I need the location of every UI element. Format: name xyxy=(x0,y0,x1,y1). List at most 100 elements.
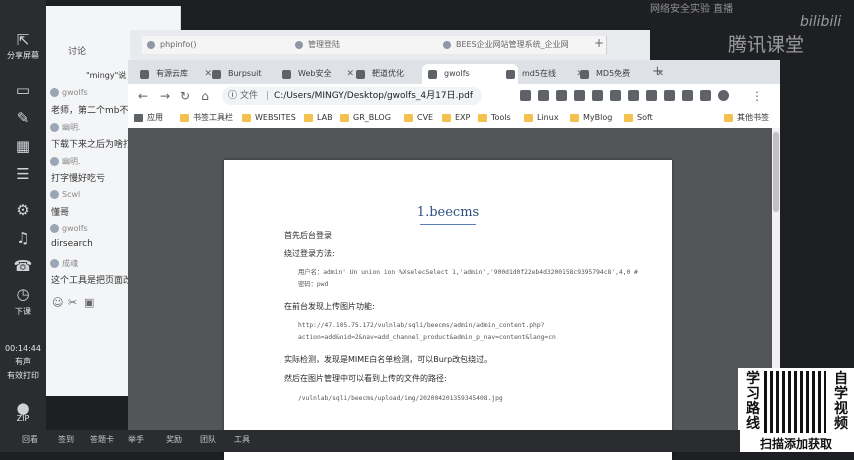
emoji-icon[interactable]: ☺ xyxy=(52,296,63,309)
down-label[interactable]: 下课 xyxy=(3,306,43,317)
extension-icon[interactable] xyxy=(700,90,711,101)
forward-arrow-icon[interactable]: → xyxy=(156,87,174,105)
toolbar: ← → ↻ ⌂ ⓘ 文件 | C:/Users/MINGY/Desktop/gw… xyxy=(128,84,780,109)
pdf-viewer: 1.beecms 首先后台登录 绕过登录方法: 用户名：admin' Un un… xyxy=(128,128,772,460)
extension-icon[interactable] xyxy=(682,90,693,101)
taskbar-item[interactable]: 回看 xyxy=(22,434,38,445)
pdf-title: 1.beecms xyxy=(416,205,480,220)
watermark: 腾讯课堂 bilibili xyxy=(650,12,850,56)
bookmark-item[interactable]: 书签工具栏 xyxy=(180,111,233,125)
qr-code[interactable] xyxy=(764,371,826,433)
pdf-code: http://47.105.75.172/vulnlab/sqli/beecms… xyxy=(298,322,545,329)
bookmark-item[interactable]: Linux xyxy=(524,111,559,125)
back-tab-phpinfo[interactable]: phpinfo() xyxy=(142,36,291,54)
new-tab-button[interactable]: + xyxy=(594,36,604,50)
taskbar-item[interactable]: 奖励 xyxy=(166,434,182,445)
taskbar-item[interactable]: 团队 xyxy=(200,434,216,445)
favicon-icon xyxy=(140,70,149,79)
bookmark-item[interactable]: EXP xyxy=(442,111,470,125)
watermark-bili: bilibili xyxy=(800,14,842,30)
extension-icon[interactable] xyxy=(556,90,567,101)
page-icon xyxy=(147,41,155,49)
grid-icon[interactable]: ▦ xyxy=(8,136,38,156)
settings-icon[interactable]: ☰ xyxy=(8,164,38,184)
avatar xyxy=(50,123,59,132)
folder-icon xyxy=(242,114,251,122)
bookmark-item[interactable]: GR_BLOG xyxy=(340,111,391,125)
chat-message-text: 老师，第二个mb不动 xyxy=(51,106,138,116)
qr-left-char: 学 xyxy=(746,371,760,387)
taskbar-item[interactable]: 举手 xyxy=(128,434,144,445)
scrollbar-thumb[interactable] xyxy=(773,132,779,212)
extension-icon[interactable] xyxy=(520,90,531,101)
info-icon: ⓘ xyxy=(228,91,238,101)
bookmark-item[interactable]: LAB xyxy=(304,111,333,125)
folder-icon xyxy=(404,114,413,122)
back-tab-bees[interactable]: BEES企业网站管理系统_企业网 xyxy=(438,36,607,54)
address-bar[interactable]: ⓘ 文件 | C:/Users/MINGY/Desktop/gwolfs_4月1… xyxy=(222,87,482,105)
folder-icon xyxy=(180,114,189,122)
taskbar-item[interactable]: 签到 xyxy=(58,434,74,445)
url-text: C:/Users/MINGY/Desktop/gwolfs_4月17日.pdf xyxy=(274,91,474,101)
chat-quote: "mingy"说 xyxy=(86,71,127,80)
other-bookmarks[interactable]: 其他书签 xyxy=(724,111,769,125)
tab-item[interactable]: Web安全 ✕ xyxy=(276,64,358,84)
taskbar-item[interactable]: 答题卡 xyxy=(90,434,114,445)
folder-icon xyxy=(524,114,533,122)
folder-icon xyxy=(478,114,487,122)
scissors-icon[interactable]: ✂ xyxy=(68,296,77,309)
extension-icon[interactable] xyxy=(574,90,585,101)
extension-icon[interactable] xyxy=(610,90,621,101)
bookmark-item[interactable]: CVE xyxy=(404,111,433,125)
favicon-icon xyxy=(580,70,589,79)
hangup-icon[interactable]: ☎ xyxy=(8,256,38,276)
qr-left-char: 习 xyxy=(746,386,760,402)
extension-icon[interactable] xyxy=(628,90,639,101)
avatar[interactable] xyxy=(718,90,729,101)
bookmark-item[interactable]: WEBSITES xyxy=(242,111,296,125)
tab-item[interactable]: 有源云库 ✕ xyxy=(134,64,216,84)
avatar xyxy=(50,88,59,97)
file-label: 文件 xyxy=(240,91,259,101)
image-icon[interactable]: ▣ xyxy=(84,296,94,309)
bookmark-item[interactable]: Soft xyxy=(624,111,653,125)
pen-icon[interactable]: ✎ xyxy=(8,108,38,128)
pdf-code: 用户名：admin' Un union ion %XselecSelect 1,… xyxy=(298,269,638,276)
live-taskbar: 回看 签到 答题卡 举手 奖励 团队 工具 xyxy=(0,430,740,452)
pdf-code: action=add&nid=2&nav=add_channel_product… xyxy=(298,334,556,341)
camera-icon[interactable]: ▭ xyxy=(8,80,38,100)
folder-icon xyxy=(304,114,313,122)
music-icon[interactable]: ♫ xyxy=(8,228,38,248)
bookmark-item[interactable]: Tools xyxy=(478,111,511,125)
favicon-icon xyxy=(506,70,515,79)
extension-icon[interactable] xyxy=(538,90,549,101)
bookmark-item[interactable]: MyBlog xyxy=(570,111,612,125)
reload-icon[interactable]: ↻ xyxy=(176,87,194,105)
menu-icon[interactable]: ⋮ xyxy=(748,87,766,105)
folder-icon xyxy=(442,114,451,122)
shield-icon xyxy=(443,41,451,49)
folder-icon xyxy=(624,114,633,122)
home-icon[interactable]: ⌂ xyxy=(196,87,214,105)
clock-icon[interactable]: ◷ xyxy=(8,284,38,304)
extension-icon[interactable] xyxy=(646,90,657,101)
back-arrow-icon[interactable]: ← xyxy=(134,87,152,105)
folder-icon xyxy=(724,114,733,122)
tab-discuss[interactable]: 讨论 xyxy=(68,44,86,57)
browser-window: 有源云库✕ Burpsuit✕ Web安全✕ 靶道优化✕ gwolfs✕ md5… xyxy=(128,60,780,460)
extension-icon[interactable] xyxy=(664,90,675,101)
extension-icon[interactable] xyxy=(592,90,603,101)
pdf-text: 绕过登录方法: xyxy=(284,249,335,258)
live-status-1: 有声 xyxy=(15,357,31,366)
chat-message-user: gwolfs xyxy=(50,224,88,233)
bookmark-apps[interactable]: 应用 xyxy=(134,111,163,125)
gear-icon[interactable]: ⚙ xyxy=(8,200,38,220)
taskbar-item[interactable]: 工具 xyxy=(234,434,250,445)
tab-bar: 有源云库✕ Burpsuit✕ Web安全✕ 靶道优化✕ gwolfs✕ md5… xyxy=(128,60,780,84)
qr-label: 扫描添加获取 xyxy=(759,437,832,451)
pdf-page: 1.beecms 首先后台登录 绕过登录方法: 用户名：admin' Un un… xyxy=(224,160,672,460)
share-screen-icon[interactable]: ⇱ xyxy=(8,30,38,50)
back-tab-login[interactable]: 管理登陆 xyxy=(290,36,439,54)
watermark-main: 腾讯课堂 xyxy=(728,34,805,56)
new-tab-button[interactable]: + xyxy=(652,64,663,79)
